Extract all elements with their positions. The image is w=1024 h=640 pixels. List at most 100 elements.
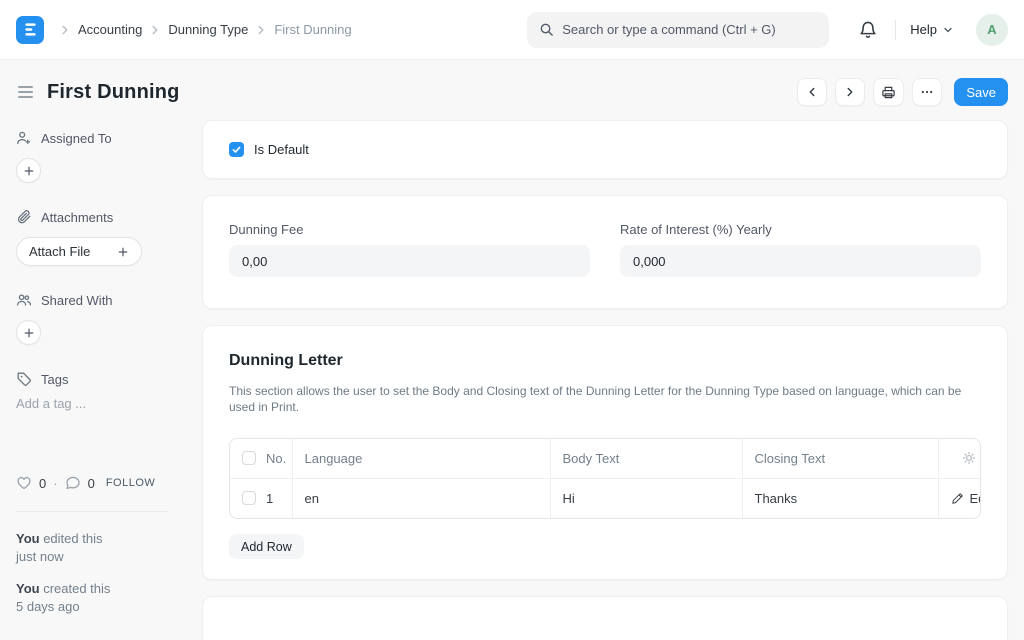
created-stamp: You created this 5 days ago [16, 580, 178, 616]
edited-by: You [16, 531, 40, 546]
page-header: First Dunning Save [0, 60, 1024, 120]
edit-label: Edit [970, 491, 982, 506]
chevron-right-icon [254, 23, 268, 37]
dunning-fee-field: Dunning Fee [229, 222, 590, 277]
sidebar-toggle-button[interactable] [16, 84, 35, 100]
attach-file-button[interactable]: Attach File [16, 237, 142, 266]
document-social-row: 0 · 0 FOLLOW [16, 475, 178, 491]
like-count[interactable]: 0 [39, 476, 46, 491]
row-number: 1 [266, 491, 273, 506]
menu-ellipsis-button[interactable] [912, 78, 942, 106]
ellipsis-icon [920, 85, 934, 99]
chevron-right-icon [843, 85, 857, 99]
grid-settings-button[interactable] [951, 451, 982, 465]
breadcrumb: Accounting Dunning Type First Dunning [58, 22, 352, 37]
row-edit-button[interactable]: Edit [951, 491, 982, 506]
navbar-right: Help A [855, 14, 1008, 46]
plus-icon [117, 246, 129, 258]
shared-with-label: Shared With [41, 293, 113, 308]
rate-of-interest-input[interactable] [620, 245, 981, 277]
edited-stamp: You edited this just now [16, 530, 178, 566]
column-language: Language [292, 439, 550, 478]
page-actions: Save [797, 78, 1008, 106]
select-all-checkbox[interactable] [242, 451, 256, 465]
comment-icon[interactable] [65, 475, 81, 491]
cell-language[interactable]: en [292, 478, 550, 518]
rate-of-interest-field: Rate of Interest (%) Yearly [620, 222, 981, 277]
search-input[interactable] [562, 22, 817, 37]
column-no: No. [266, 451, 286, 466]
dunning-letter-title: Dunning Letter [229, 352, 981, 370]
created-time: 5 days ago [16, 599, 80, 614]
assigned-to-label: Assigned To [41, 131, 112, 146]
add-assignment-button[interactable] [16, 158, 41, 183]
add-row-button[interactable]: Add Row [229, 534, 304, 559]
add-share-button[interactable] [16, 320, 41, 345]
tags-label: Tags [41, 372, 68, 387]
notifications-button[interactable] [855, 17, 881, 43]
chevron-right-icon [58, 23, 72, 37]
is-default-card: Is Default [202, 120, 1008, 179]
chevron-down-icon [942, 24, 954, 36]
gear-icon [962, 451, 976, 465]
breadcrumb-dunning-type[interactable]: Dunning Type [168, 22, 248, 37]
breadcrumb-current: First Dunning [274, 22, 351, 37]
rate-of-interest-label: Rate of Interest (%) Yearly [620, 222, 981, 237]
column-closing-text: Closing Text [742, 439, 938, 478]
shared-with-section: Shared With [16, 292, 178, 345]
navbar: Accounting Dunning Type First Dunning He… [0, 0, 1024, 60]
users-icon [16, 292, 32, 308]
paperclip-icon [16, 209, 32, 225]
edited-action: edited this [40, 531, 103, 546]
breadcrumb-accounting[interactable]: Accounting [78, 22, 142, 37]
attach-file-label: Attach File [29, 244, 90, 259]
attachments-section: Attachments Attach File [16, 209, 178, 266]
next-document-button[interactable] [835, 78, 865, 106]
save-button[interactable]: Save [954, 78, 1008, 106]
printer-icon [881, 85, 896, 100]
pencil-icon [951, 492, 964, 505]
user-plus-icon [16, 130, 32, 146]
menu-icon [18, 86, 33, 88]
help-menu-button[interactable]: Help [910, 22, 954, 37]
is-default-checkbox[interactable] [229, 142, 244, 157]
edited-time: just now [16, 549, 64, 564]
dunning-fee-input[interactable] [229, 245, 590, 277]
print-button[interactable] [873, 78, 904, 106]
cell-closing-text[interactable]: Thanks [742, 478, 938, 518]
search-icon [539, 22, 554, 37]
app-logo-icon[interactable] [16, 16, 44, 44]
grid-row[interactable]: 1 en Hi Thanks [230, 478, 981, 518]
prev-document-button[interactable] [797, 78, 827, 106]
next-section-card [202, 596, 1008, 640]
user-avatar[interactable]: A [976, 14, 1008, 46]
assigned-to-section: Assigned To [16, 130, 178, 183]
dot-separator: · [53, 476, 57, 491]
dunning-letter-grid: No. Language Body Text Closing Text [229, 438, 981, 519]
heart-icon[interactable] [16, 475, 32, 491]
dunning-fee-label: Dunning Fee [229, 222, 590, 237]
attachments-label: Attachments [41, 210, 113, 225]
is-default-label[interactable]: Is Default [254, 142, 309, 157]
cell-body-text[interactable]: Hi [550, 478, 742, 518]
dunning-letter-card: Dunning Letter This section allows the u… [202, 325, 1008, 580]
tag-icon [16, 371, 32, 387]
created-by: You [16, 581, 40, 596]
fees-card: Dunning Fee Rate of Interest (%) Yearly [202, 195, 1008, 309]
add-tag-input[interactable]: Add a tag ... [16, 396, 178, 411]
global-search[interactable] [527, 12, 829, 48]
navbar-divider [895, 20, 896, 40]
dunning-letter-description: This section allows the user to set the … [229, 383, 981, 415]
follow-button[interactable]: FOLLOW [106, 477, 155, 489]
bell-icon [859, 21, 877, 39]
chevron-right-icon [148, 23, 162, 37]
chevron-left-icon [805, 85, 819, 99]
comment-count[interactable]: 0 [88, 476, 95, 491]
page-title: First Dunning [47, 81, 180, 104]
created-action: created this [40, 581, 111, 596]
row-checkbox[interactable] [242, 491, 256, 505]
form-sidebar: Assigned To Attachments Attach File [16, 120, 178, 630]
grid-header-row: No. Language Body Text Closing Text [230, 439, 981, 478]
help-label: Help [910, 22, 937, 37]
sidebar-divider [16, 511, 168, 512]
